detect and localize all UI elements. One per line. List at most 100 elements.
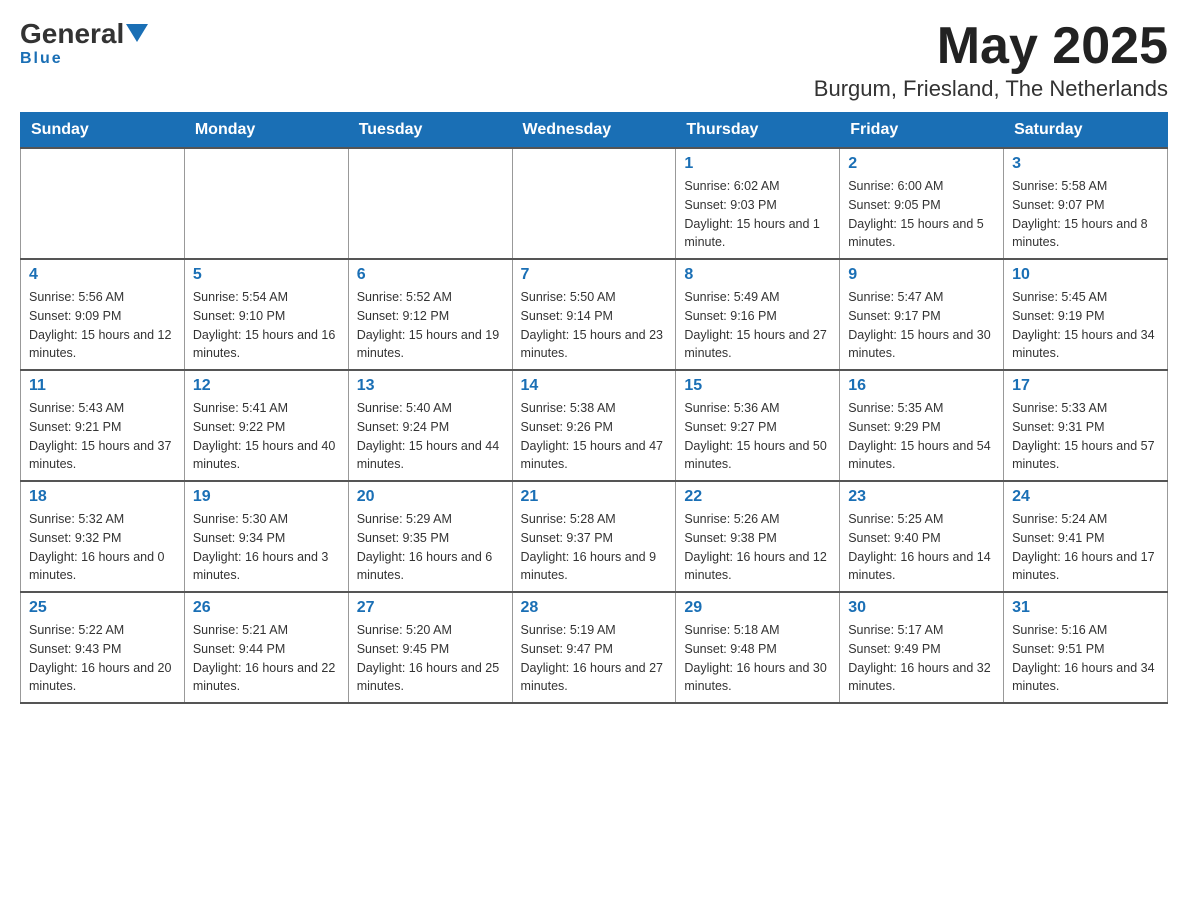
day-number: 31 xyxy=(1012,599,1159,617)
day-info: Sunrise: 5:19 AMSunset: 9:47 PMDaylight:… xyxy=(521,621,668,696)
day-info: Sunrise: 5:21 AMSunset: 9:44 PMDaylight:… xyxy=(193,621,340,696)
day-info: Sunrise: 5:41 AMSunset: 9:22 PMDaylight:… xyxy=(193,399,340,474)
day-number: 8 xyxy=(684,266,831,284)
calendar-cell-4-0: 25 Sunrise: 5:22 AMSunset: 9:43 PMDayligh… xyxy=(21,592,185,703)
calendar-cell-0-5: 2 Sunrise: 6:00 AMSunset: 9:05 PMDaylight… xyxy=(840,148,1004,259)
calendar-cell-4-1: 26 Sunrise: 5:21 AMSunset: 9:44 PMDayligh… xyxy=(184,592,348,703)
calendar-header-row: Sunday Monday Tuesday Wednesday Thursday… xyxy=(21,113,1168,149)
day-info: Sunrise: 5:50 AMSunset: 9:14 PMDaylight:… xyxy=(521,288,668,363)
calendar-cell-0-3 xyxy=(512,148,676,259)
day-info: Sunrise: 5:49 AMSunset: 9:16 PMDaylight:… xyxy=(684,288,831,363)
location-subtitle: Burgum, Friesland, The Netherlands xyxy=(814,76,1168,102)
calendar-cell-3-5: 23Sunrise: 5:25 AMSunset: 9:40 PMDayligh… xyxy=(840,481,1004,592)
day-info: Sunrise: 5:28 AMSunset: 9:37 PMDaylight:… xyxy=(521,510,668,585)
day-number: 21 xyxy=(521,488,668,506)
page-header: General Blue May 2025 Burgum, Friesland,… xyxy=(20,20,1168,102)
day-number: 28 xyxy=(521,599,668,617)
calendar-cell-0-4: 1 Sunrise: 6:02 AMSunset: 9:03 PMDaylight… xyxy=(676,148,840,259)
day-info: Sunrise: 5:26 AMSunset: 9:38 PMDaylight:… xyxy=(684,510,831,585)
day-info: Sunrise: 5:43 AMSunset: 9:21 PMDaylight:… xyxy=(29,399,176,474)
col-wednesday: Wednesday xyxy=(512,113,676,149)
day-number: 7 xyxy=(521,266,668,284)
calendar-week-3: 11 Sunrise: 5:43 AMSunset: 9:21 PMDayligh… xyxy=(21,370,1168,481)
day-number: 13 xyxy=(357,377,504,395)
logo: General Blue xyxy=(20,20,148,68)
calendar-cell-0-2 xyxy=(348,148,512,259)
day-number: 14 xyxy=(521,377,668,395)
col-sunday: Sunday xyxy=(21,113,185,149)
calendar-cell-2-0: 11 Sunrise: 5:43 AMSunset: 9:21 PMDayligh… xyxy=(21,370,185,481)
calendar-cell-2-6: 17Sunrise: 5:33 AMSunset: 9:31 PMDayligh… xyxy=(1004,370,1168,481)
calendar-week-4: 18 Sunrise: 5:32 AMSunset: 9:32 PMDayligh… xyxy=(21,481,1168,592)
calendar-cell-1-4: 8 Sunrise: 5:49 AMSunset: 9:16 PMDaylight… xyxy=(676,259,840,370)
day-info: Sunrise: 5:24 AMSunset: 9:41 PMDaylight:… xyxy=(1012,510,1159,585)
day-number: 3 xyxy=(1012,155,1159,173)
col-saturday: Saturday xyxy=(1004,113,1168,149)
calendar-cell-0-6: 3 Sunrise: 5:58 AMSunset: 9:07 PMDaylight… xyxy=(1004,148,1168,259)
calendar-cell-2-1: 12Sunrise: 5:41 AMSunset: 9:22 PMDayligh… xyxy=(184,370,348,481)
day-info: Sunrise: 5:25 AMSunset: 9:40 PMDaylight:… xyxy=(848,510,995,585)
calendar-cell-1-3: 7 Sunrise: 5:50 AMSunset: 9:14 PMDaylight… xyxy=(512,259,676,370)
calendar-cell-4-2: 27Sunrise: 5:20 AMSunset: 9:45 PMDayligh… xyxy=(348,592,512,703)
day-info: Sunrise: 5:18 AMSunset: 9:48 PMDaylight:… xyxy=(684,621,831,696)
calendar-cell-3-2: 20 Sunrise: 5:29 AMSunset: 9:35 PMDayligh… xyxy=(348,481,512,592)
day-number: 25 xyxy=(29,599,176,617)
day-info: Sunrise: 5:30 AMSunset: 9:34 PMDaylight:… xyxy=(193,510,340,585)
month-year-title: May 2025 xyxy=(814,20,1168,72)
day-number: 18 xyxy=(29,488,176,506)
col-tuesday: Tuesday xyxy=(348,113,512,149)
day-number: 29 xyxy=(684,599,831,617)
day-info: Sunrise: 5:36 AMSunset: 9:27 PMDaylight:… xyxy=(684,399,831,474)
day-info: Sunrise: 5:32 AMSunset: 9:32 PMDaylight:… xyxy=(29,510,176,585)
calendar-cell-3-1: 19 Sunrise: 5:30 AMSunset: 9:34 PMDayligh… xyxy=(184,481,348,592)
col-thursday: Thursday xyxy=(676,113,840,149)
day-number: 4 xyxy=(29,266,176,284)
day-number: 24 xyxy=(1012,488,1159,506)
day-info: Sunrise: 6:00 AMSunset: 9:05 PMDaylight:… xyxy=(848,177,995,252)
day-info: Sunrise: 5:54 AMSunset: 9:10 PMDaylight:… xyxy=(193,288,340,363)
day-number: 5 xyxy=(193,266,340,284)
day-number: 30 xyxy=(848,599,995,617)
calendar-cell-1-6: 10Sunrise: 5:45 AMSunset: 9:19 PMDayligh… xyxy=(1004,259,1168,370)
calendar-cell-3-0: 18 Sunrise: 5:32 AMSunset: 9:32 PMDayligh… xyxy=(21,481,185,592)
day-number: 11 xyxy=(29,377,176,395)
calendar-cell-4-6: 31 Sunrise: 5:16 AMSunset: 9:51 PMDayligh… xyxy=(1004,592,1168,703)
calendar-cell-4-3: 28 Sunrise: 5:19 AMSunset: 9:47 PMDayligh… xyxy=(512,592,676,703)
calendar-cell-1-0: 4 Sunrise: 5:56 AMSunset: 9:09 PMDaylight… xyxy=(21,259,185,370)
day-number: 26 xyxy=(193,599,340,617)
day-info: Sunrise: 5:58 AMSunset: 9:07 PMDaylight:… xyxy=(1012,177,1159,252)
calendar-cell-0-1 xyxy=(184,148,348,259)
day-number: 1 xyxy=(684,155,831,173)
logo-triangle-icon xyxy=(126,24,148,42)
day-number: 19 xyxy=(193,488,340,506)
calendar-cell-3-6: 24 Sunrise: 5:24 AMSunset: 9:41 PMDayligh… xyxy=(1004,481,1168,592)
day-info: Sunrise: 5:22 AMSunset: 9:43 PMDaylight:… xyxy=(29,621,176,696)
col-friday: Friday xyxy=(840,113,1004,149)
col-monday: Monday xyxy=(184,113,348,149)
logo-blue: Blue xyxy=(20,50,63,68)
day-info: Sunrise: 6:02 AMSunset: 9:03 PMDaylight:… xyxy=(684,177,831,252)
title-section: May 2025 Burgum, Friesland, The Netherla… xyxy=(814,20,1168,102)
calendar-week-5: 25 Sunrise: 5:22 AMSunset: 9:43 PMDayligh… xyxy=(21,592,1168,703)
calendar-cell-1-1: 5 Sunrise: 5:54 AMSunset: 9:10 PMDaylight… xyxy=(184,259,348,370)
calendar-cell-2-4: 15 Sunrise: 5:36 AMSunset: 9:27 PMDayligh… xyxy=(676,370,840,481)
day-number: 6 xyxy=(357,266,504,284)
calendar-cell-3-4: 22Sunrise: 5:26 AMSunset: 9:38 PMDayligh… xyxy=(676,481,840,592)
day-info: Sunrise: 5:29 AMSunset: 9:35 PMDaylight:… xyxy=(357,510,504,585)
day-info: Sunrise: 5:52 AMSunset: 9:12 PMDaylight:… xyxy=(357,288,504,363)
calendar-table: Sunday Monday Tuesday Wednesday Thursday… xyxy=(20,112,1168,704)
day-number: 20 xyxy=(357,488,504,506)
day-info: Sunrise: 5:33 AMSunset: 9:31 PMDaylight:… xyxy=(1012,399,1159,474)
day-info: Sunrise: 5:20 AMSunset: 9:45 PMDaylight:… xyxy=(357,621,504,696)
calendar-cell-4-5: 30 Sunrise: 5:17 AMSunset: 9:49 PMDayligh… xyxy=(840,592,1004,703)
day-number: 15 xyxy=(684,377,831,395)
day-info: Sunrise: 5:56 AMSunset: 9:09 PMDaylight:… xyxy=(29,288,176,363)
calendar-week-2: 4 Sunrise: 5:56 AMSunset: 9:09 PMDaylight… xyxy=(21,259,1168,370)
day-info: Sunrise: 5:17 AMSunset: 9:49 PMDaylight:… xyxy=(848,621,995,696)
day-number: 2 xyxy=(848,155,995,173)
calendar-cell-1-5: 9Sunrise: 5:47 AMSunset: 9:17 PMDaylight… xyxy=(840,259,1004,370)
calendar-cell-2-3: 14Sunrise: 5:38 AMSunset: 9:26 PMDayligh… xyxy=(512,370,676,481)
day-number: 10 xyxy=(1012,266,1159,284)
calendar-cell-3-3: 21 Sunrise: 5:28 AMSunset: 9:37 PMDayligh… xyxy=(512,481,676,592)
day-info: Sunrise: 5:16 AMSunset: 9:51 PMDaylight:… xyxy=(1012,621,1159,696)
